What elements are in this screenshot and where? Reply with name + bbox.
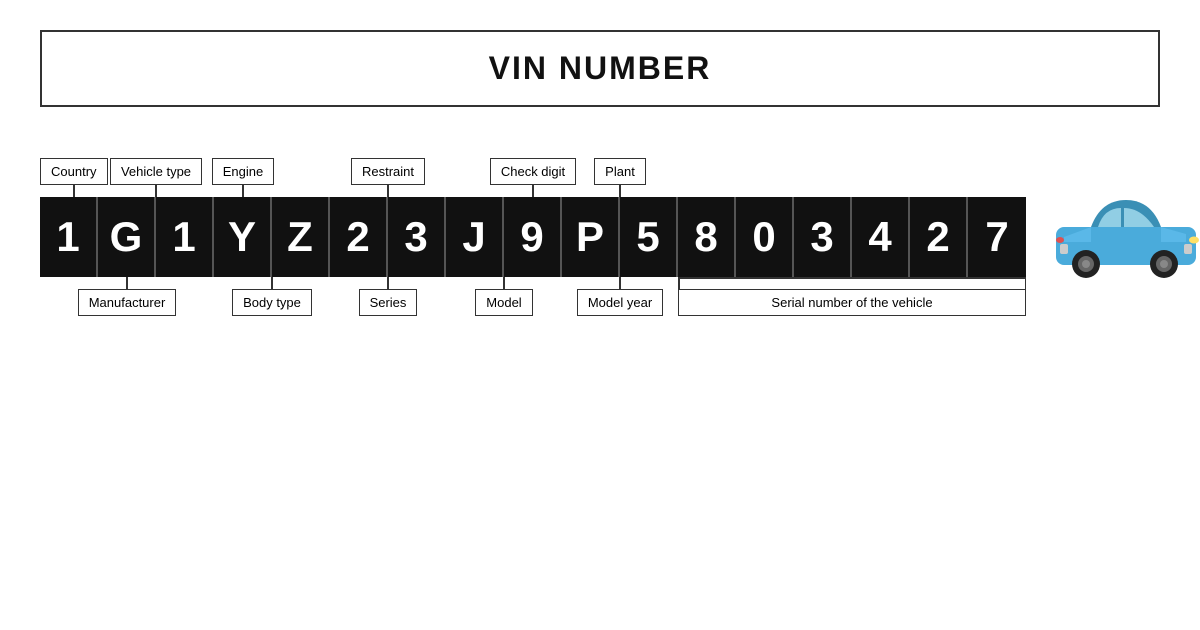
connector-country: [73, 185, 75, 197]
bottom-labels-row: Manufacturer Body type Series Model Mode…: [40, 277, 1026, 347]
car-illustration: [1046, 182, 1200, 282]
connector-engine: [242, 185, 244, 197]
vin-char-15: 2: [910, 197, 968, 277]
vin-char-2: 1: [156, 197, 214, 277]
label-plant: Plant: [594, 158, 646, 185]
vin-char-1: G: [98, 197, 156, 277]
diagram-area: Country Vehicle type Engine Restraint Ch…: [40, 137, 1160, 347]
vin-char-12: 0: [736, 197, 794, 277]
bottom-label-series: Series: [330, 277, 446, 316]
connector-restraint: [387, 185, 389, 197]
vin-section: Country Vehicle type Engine Restraint Ch…: [40, 137, 1026, 347]
bottom-label-modelyear: Model year: [562, 277, 678, 316]
vin-chars: 1 G 1 Y Z 2 3 J 9 P 5 8 0 3 4 2 7: [40, 197, 1026, 277]
vin-char-13: 3: [794, 197, 852, 277]
connector-modelyear: [619, 277, 621, 289]
vin-char-5: 2: [330, 197, 388, 277]
vin-char-0: 1: [40, 197, 98, 277]
vin-char-6: 3: [388, 197, 446, 277]
top-label-restraint: Restraint: [330, 158, 446, 197]
top-label-engine: Engine: [214, 158, 272, 197]
vin-char-3: Y: [214, 197, 272, 277]
label-modelyear: Model year: [577, 289, 663, 316]
connector-series: [387, 277, 389, 289]
bottom-label-bodytype: Body type: [214, 277, 330, 316]
vin-char-14: 4: [852, 197, 910, 277]
label-series: Series: [359, 289, 418, 316]
vin-char-10: 5: [620, 197, 678, 277]
vin-char-4: Z: [272, 197, 330, 277]
vin-char-9: P: [562, 197, 620, 277]
label-restraint: Restraint: [351, 158, 425, 185]
top-labels-row: Country Vehicle type Engine Restraint Ch…: [40, 137, 1026, 197]
connector-model: [503, 277, 505, 289]
title-box: VIN NUMBER: [40, 30, 1160, 107]
connector-bodytype: [271, 277, 273, 289]
vin-char-8: 9: [504, 197, 562, 277]
connector-mfr: [126, 277, 128, 289]
page-title: VIN NUMBER: [42, 50, 1158, 87]
vin-char-11: 8: [678, 197, 736, 277]
label-engine: Engine: [212, 158, 274, 185]
bottom-label-serial: Serial number of the vehicle: [678, 277, 1026, 316]
vin-char-16: 7: [968, 197, 1026, 277]
vin-char-7: J: [446, 197, 504, 277]
label-vehicletype: Vehicle type: [110, 158, 202, 185]
label-serialnumber: Serial number of the vehicle: [678, 289, 1026, 316]
bottom-label-manufacturer: Manufacturer: [40, 277, 214, 316]
top-label-vehicletype: Vehicle type: [98, 158, 214, 197]
connector-checkdigit: [532, 185, 534, 197]
label-manufacturer: Manufacturer: [78, 289, 177, 316]
top-label-checkdigit: Check digit: [504, 158, 562, 197]
label-bodytype: Body type: [232, 289, 312, 316]
connector-plant: [619, 185, 621, 197]
bottom-label-model: Model: [446, 277, 562, 316]
connector-vehicletype: [155, 185, 157, 197]
top-label-plant: Plant: [562, 158, 678, 197]
label-model: Model: [475, 289, 532, 316]
car-area: [1046, 182, 1200, 302]
